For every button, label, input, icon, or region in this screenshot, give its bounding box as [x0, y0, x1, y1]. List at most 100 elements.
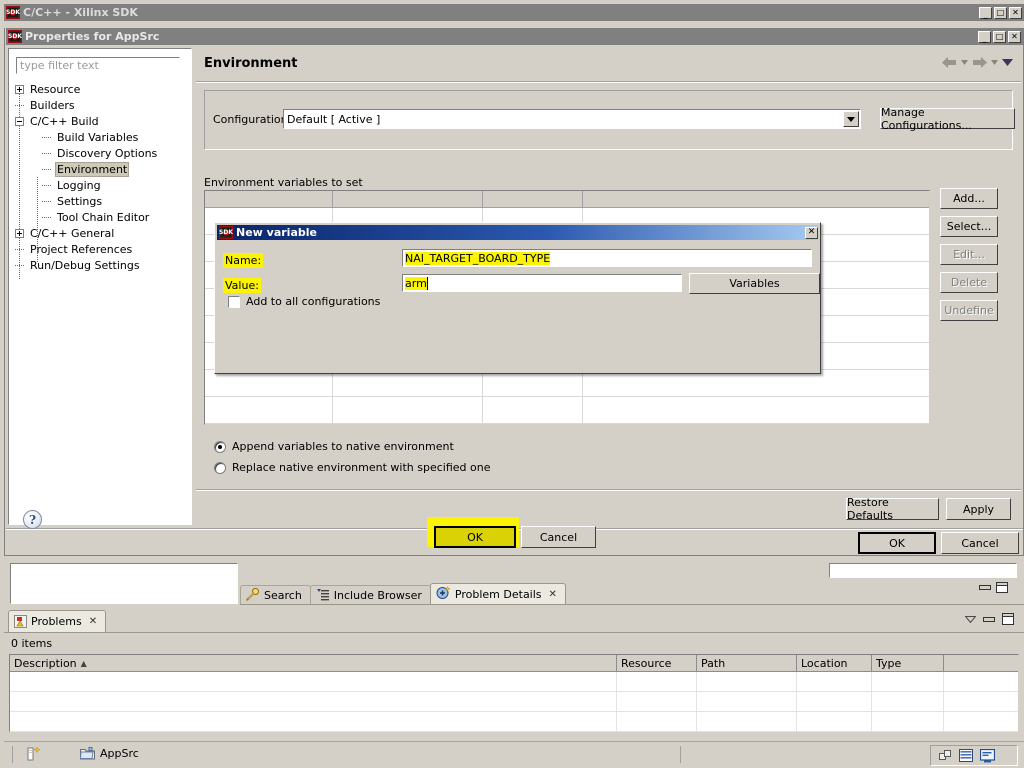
console-view-icon[interactable] [980, 748, 995, 763]
tree-item-project-references[interactable]: Project References [15, 241, 191, 257]
maximize-icon[interactable] [996, 582, 1008, 593]
search-magnifier-icon [246, 587, 260, 604]
table-row[interactable] [10, 692, 1018, 712]
new-variable-ok-button[interactable]: OK [434, 526, 516, 548]
column-header-description[interactable]: Description ▲ [10, 655, 617, 671]
app-titlebar[interactable]: SDK C/C++ - Xilinx SDK _ □ ✕ [4, 4, 1024, 21]
tree-branch-line [15, 248, 24, 250]
minimize-icon[interactable] [979, 583, 991, 592]
tree-item-resource[interactable]: Resource [15, 81, 191, 97]
radio-indicator[interactable] [214, 440, 226, 453]
lower-workbench-area: Search Include Browser Problem Details ✕ Pr… [4, 558, 1024, 768]
radio-replace-environment[interactable]: Replace native environment with specifie… [214, 461, 490, 474]
add-button[interactable]: Add... [940, 188, 998, 209]
tree-branch-line [42, 152, 51, 154]
tree-item-label: Environment [55, 161, 130, 177]
column-header-type[interactable]: Type [872, 655, 944, 671]
chevron-down-icon[interactable] [843, 111, 859, 127]
column-header-origin[interactable] [483, 191, 583, 207]
close-icon[interactable]: ✕ [89, 616, 97, 627]
close-icon[interactable]: ✕ [549, 589, 557, 600]
column-header-extra[interactable] [944, 655, 1018, 671]
title-divider [196, 81, 1021, 83]
column-header-resource[interactable]: Resource [617, 655, 697, 671]
forward-arrow-icon[interactable] [972, 57, 987, 68]
editor-area-blank[interactable] [10, 563, 238, 604]
tab-search[interactable]: Search [240, 585, 311, 605]
app-minimize-button[interactable]: _ [979, 6, 992, 19]
table-row[interactable] [205, 370, 929, 397]
filter-input[interactable]: type filter text [16, 57, 180, 74]
name-input[interactable]: NAI_TARGET_BOARD_TYPE [402, 249, 812, 267]
tree-item-label: Builders [30, 98, 75, 112]
tree-item-tool-chain-editor[interactable]: Tool Chain Editor [15, 209, 191, 225]
tree-item-environment[interactable]: Environment [15, 161, 191, 177]
column-header-value[interactable] [333, 191, 483, 207]
tab-problem-details[interactable]: Problem Details ✕ [429, 583, 566, 605]
checkbox-indicator[interactable] [228, 295, 240, 308]
tab-include-browser[interactable]: Include Browser [309, 585, 431, 605]
tree-item-c-c-general[interactable]: C/C++ General [15, 225, 191, 241]
tab-label: Search [264, 589, 302, 602]
tree-item-c-c-build[interactable]: C/C++ Build [15, 113, 191, 129]
properties-close-button[interactable]: ✕ [1008, 30, 1021, 43]
tree-item-builders[interactable]: Builders [15, 97, 191, 113]
column-header-path[interactable]: Path [697, 655, 797, 671]
problems-view-toolbar [965, 613, 1014, 625]
configuration-combo[interactable]: Default [ Active ] [283, 109, 861, 129]
column-header-extra[interactable] [583, 191, 929, 207]
select-button[interactable]: Select... [940, 216, 998, 237]
column-header-location[interactable]: Location [797, 655, 872, 671]
back-arrow-icon[interactable] [942, 57, 957, 68]
back-dropdown-icon[interactable] [961, 60, 968, 65]
radio-indicator[interactable] [214, 461, 226, 474]
properties-minimize-button[interactable]: _ [978, 30, 991, 43]
tree-item-label: Run/Debug Settings [30, 258, 140, 272]
apply-button[interactable]: Apply [946, 498, 1011, 520]
radio-append-variables[interactable]: Append variables to native environment [214, 440, 454, 453]
status-divider [12, 746, 13, 763]
help-icon[interactable]: ? [23, 510, 42, 529]
project-folder-icon [80, 747, 95, 760]
add-to-all-configurations-checkbox[interactable]: Add to all configurations [228, 295, 380, 308]
table-row[interactable] [10, 672, 1018, 692]
outline-area-blank[interactable] [829, 563, 1017, 578]
tree-item-discovery-options[interactable]: Discovery Options [15, 145, 191, 161]
forward-dropdown-icon[interactable] [991, 60, 998, 65]
manage-configurations-button[interactable]: Manage Configurations... [880, 106, 1015, 132]
app-close-button[interactable]: ✕ [1009, 6, 1022, 19]
collapse-icon[interactable] [15, 116, 24, 126]
cancel-button[interactable]: Cancel [941, 532, 1019, 554]
problems-table[interactable]: Description ▲ Resource Path Location Typ… [9, 654, 1019, 732]
filter-menu-icon[interactable] [965, 615, 976, 623]
properties-maximize-button[interactable]: □ [993, 30, 1006, 43]
restore-defaults-button[interactable]: Restore Defaults [846, 496, 939, 522]
tree-item-label: Discovery Options [57, 146, 158, 160]
tree-item-build-variables[interactable]: Build Variables [15, 129, 191, 145]
sdk-logo-icon: SDK [219, 226, 233, 239]
minimize-icon[interactable] [983, 615, 995, 624]
ok-button[interactable]: OK [858, 532, 936, 554]
sort-ascending-icon: ▲ [80, 658, 87, 668]
tab-problems[interactable]: Problems ✕ [8, 610, 107, 632]
table-row[interactable] [10, 712, 1018, 732]
tree-item-logging[interactable]: Logging [15, 177, 191, 193]
view-menu-icon[interactable] [1002, 59, 1013, 66]
new-variable-close-button[interactable]: ✕ [805, 226, 818, 239]
properties-dialog-titlebar[interactable]: SDK Properties for AppSrc _ □ ✕ [6, 28, 1023, 45]
maximize-icon[interactable] [1002, 613, 1014, 625]
variables-button[interactable]: Variables [689, 273, 820, 294]
expand-icon[interactable] [15, 228, 24, 238]
app-maximize-button[interactable]: □ [994, 6, 1007, 19]
new-variable-titlebar[interactable]: SDK New variable ✕ [217, 225, 818, 240]
tree-item-run-debug-settings[interactable]: Run/Debug Settings [15, 257, 191, 273]
tree-item-settings[interactable]: Settings [15, 193, 191, 209]
problems-tab-row: Problems ✕ [8, 610, 107, 632]
new-variable-cancel-button[interactable]: Cancel [521, 526, 596, 548]
table-row[interactable] [205, 397, 929, 424]
value-input[interactable]: arm [402, 274, 682, 292]
expand-icon[interactable] [15, 84, 24, 94]
link-editor-icon[interactable] [939, 750, 952, 761]
list-view-icon[interactable] [959, 749, 973, 762]
column-header-variable[interactable] [205, 191, 333, 207]
